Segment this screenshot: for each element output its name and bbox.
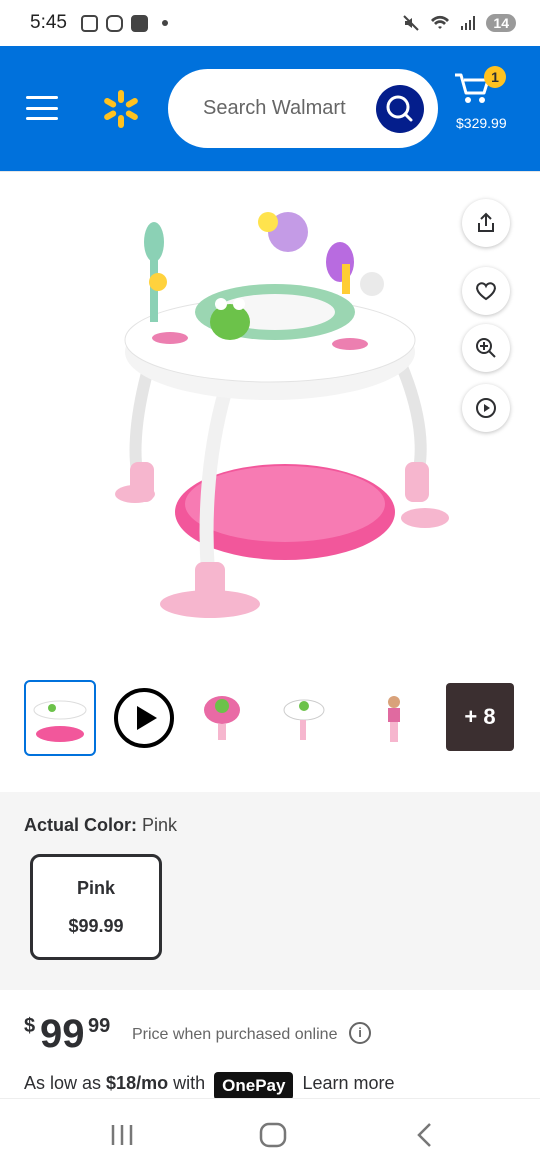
color-label-value: Pink (142, 815, 178, 835)
thumbnail-image (388, 696, 400, 742)
thumbnail-image (33, 700, 87, 742)
share-icon (478, 212, 494, 232)
thumbnail-video[interactable] (110, 680, 182, 756)
image-thumbnails: + 8 (0, 676, 540, 762)
search-bar[interactable] (168, 69, 438, 148)
cart-button[interactable]: 1 $329.99 (452, 66, 522, 140)
menu-icon[interactable] (26, 96, 58, 120)
thumbnail-image (204, 696, 240, 740)
battery-indicator: 14 (486, 14, 516, 32)
system-nav-bar (0, 1098, 540, 1170)
info-icon[interactable]: i (349, 1022, 371, 1044)
price-note: Price when purchased online (132, 1026, 338, 1043)
price-dollars: 99 (40, 1012, 85, 1056)
heart-icon (476, 282, 496, 301)
play-icon (114, 688, 174, 748)
status-bar: 5:45 14 (0, 0, 540, 46)
more-images-button[interactable]: + 8 (446, 683, 514, 751)
cart-count-badge: 1 (484, 66, 506, 88)
variant-section: Actual Color: Pink Pink $99.99 (0, 792, 540, 990)
color-option-pink[interactable]: Pink $99.99 (30, 854, 162, 960)
thumbnail-3[interactable] (188, 680, 260, 756)
price-cents: 99 (88, 1015, 111, 1037)
wifi-icon (431, 15, 450, 29)
play-circle-icon (476, 398, 496, 418)
cart-total: $329.99 (456, 115, 507, 131)
dot-icon (161, 20, 168, 26)
search-button[interactable] (376, 85, 424, 133)
color-label: Actual Color: Pink (24, 815, 177, 836)
signal-icon (461, 16, 476, 30)
price-currency: $ (24, 1015, 36, 1037)
color-option-price: $99.99 (68, 916, 124, 936)
thumbnail-1[interactable] (24, 680, 96, 756)
favorite-button[interactable] (462, 267, 510, 315)
thumbnail-5[interactable] (358, 680, 430, 756)
price-block: $ 99 99 Price when purchased online i (24, 1012, 524, 1062)
walmart-spark-logo[interactable] (100, 88, 142, 130)
product-image-area[interactable] (0, 171, 540, 661)
financing-with: with (173, 1073, 206, 1093)
recent-apps-icon[interactable] (108, 1121, 138, 1149)
financing-prefix: As low as (24, 1073, 102, 1093)
search-input[interactable] (203, 91, 373, 125)
mute-icon (403, 15, 420, 31)
thumbnail-4[interactable] (270, 680, 342, 756)
zoom-button[interactable] (462, 324, 510, 372)
status-time: 5:45 (30, 12, 67, 33)
learn-more-link[interactable]: Learn more (302, 1073, 394, 1093)
color-option-name: Pink (76, 878, 115, 898)
instagram-icon (105, 14, 123, 32)
thumbnail-image (283, 699, 325, 740)
zoom-in-icon (476, 338, 496, 358)
product-image[interactable] (110, 212, 450, 632)
back-icon[interactable] (410, 1121, 440, 1149)
alert-icon (130, 14, 148, 32)
app-header: 1 $329.99 (0, 46, 540, 171)
status-left-icons (80, 14, 168, 32)
financing-monthly: $18/mo (106, 1073, 169, 1093)
search-icon (386, 95, 413, 122)
home-icon[interactable] (258, 1121, 288, 1149)
onepay-logo: OnePay (214, 1072, 294, 1100)
color-label-title: Actual Color: (24, 815, 138, 835)
share-button[interactable] (462, 199, 510, 247)
gallery-icon (80, 14, 98, 32)
video-button[interactable] (462, 384, 510, 432)
